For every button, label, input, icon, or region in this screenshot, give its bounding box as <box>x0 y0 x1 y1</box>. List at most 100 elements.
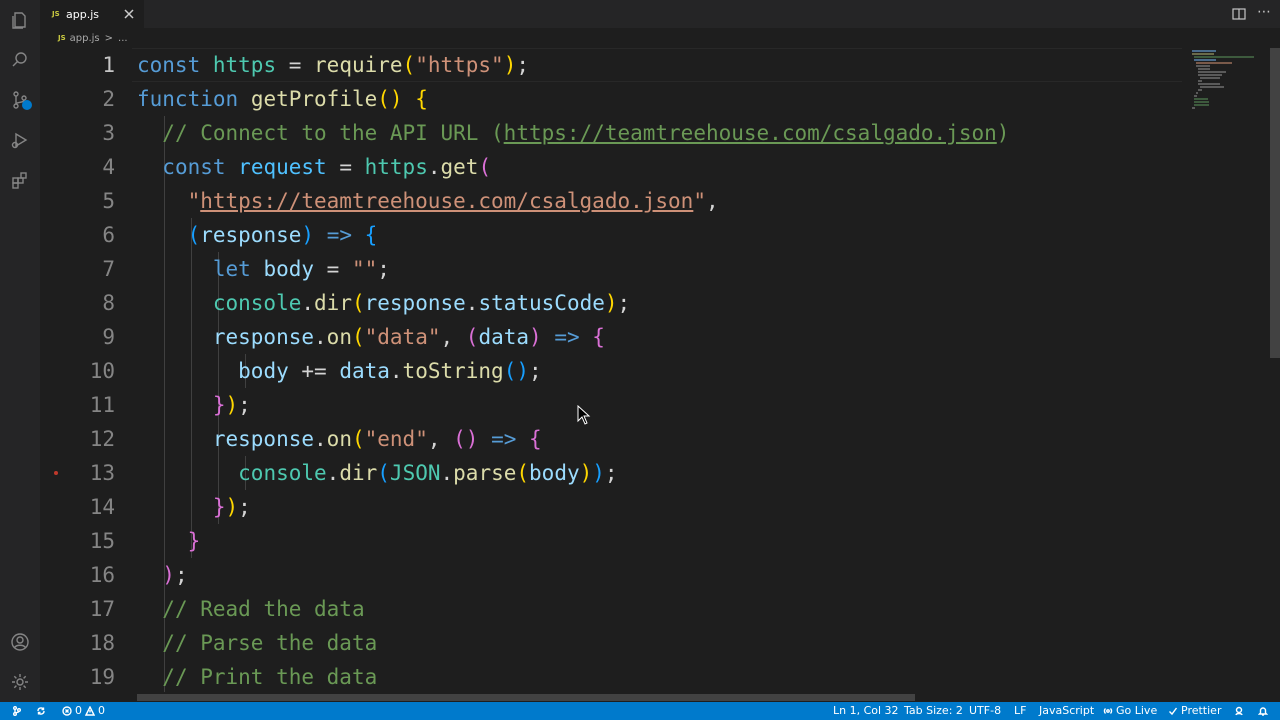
run-debug-icon[interactable] <box>8 128 32 152</box>
line-number: 2 <box>102 87 115 111</box>
vscode-window: JS app.js ⋯ JS app.js > ... 1 const http… <box>0 0 1280 720</box>
code-editor[interactable]: 1 const https = require("https"); 2 func… <box>40 48 1184 692</box>
split-editor-icon[interactable] <box>1232 6 1248 22</box>
sync-icon <box>37 707 45 715</box>
code-text: const https = require("https"); <box>137 53 530 77</box>
go-live-button[interactable]: Go Live <box>1103 702 1157 720</box>
code-text: function getProfile() { <box>137 87 428 111</box>
code-text: (response) => { <box>187 223 378 247</box>
activity-bar <box>0 0 40 702</box>
code-text: const request = https.get( <box>162 155 492 179</box>
line-number: 13 <box>89 461 115 485</box>
vertical-scrollbar[interactable] <box>1268 48 1280 692</box>
code-line-1: 1 const https = require("https"); <box>40 48 1184 82</box>
prettier-status[interactable]: Prettier <box>1168 702 1221 720</box>
notifications-button[interactable] <box>1258 702 1268 720</box>
encoding[interactable]: UTF-8 <box>969 702 1001 720</box>
line-number: 4 <box>102 155 115 179</box>
breadcrumb-file[interactable]: app.js <box>70 33 100 44</box>
line-number: 19 <box>89 665 115 689</box>
code-text: }); <box>212 495 251 519</box>
code-line-16: 16 ); <box>40 558 1184 592</box>
end-of-line[interactable]: LF <box>1014 702 1026 720</box>
cursor-position[interactable]: Ln 1, Col 32 <box>833 702 899 720</box>
breadcrumb-more[interactable]: ... <box>118 33 128 44</box>
line-number: 18 <box>89 631 115 655</box>
check-icon <box>1169 707 1178 716</box>
settings-gear-icon[interactable] <box>8 670 32 694</box>
line-number: 1 <box>102 53 115 77</box>
remote-indicator[interactable] <box>12 702 22 720</box>
line-number: 8 <box>102 291 115 315</box>
horizontal-scroll-thumb[interactable] <box>137 694 915 701</box>
horizontal-scrollbar[interactable] <box>137 692 1184 702</box>
code-line-19: 19 // Print the data <box>40 660 1184 692</box>
code-line-9: 9 response.on("data", (data) => { <box>40 320 1184 354</box>
extensions-icon[interactable] <box>8 168 32 192</box>
code-text: console.dir(response.statusCode); <box>212 291 631 315</box>
code-text: // Parse the data <box>162 631 378 655</box>
code-line-13: 13 console.dir(JSON.parse(body)); <box>40 456 1184 490</box>
more-actions-icon[interactable]: ⋯ <box>1256 4 1272 20</box>
js-file-icon: JS <box>58 34 66 42</box>
language-mode[interactable]: JavaScript <box>1039 702 1094 720</box>
line-number: 10 <box>89 359 115 383</box>
code-text: response.on("end", () => { <box>212 427 542 451</box>
line-number: 11 <box>89 393 115 417</box>
status-bar: 0 0 Ln 1, Col 32 Tab Size: 2 UTF-8 LF Ja… <box>0 702 1280 720</box>
code-line-14: 14 }); <box>40 490 1184 524</box>
code-line-15: 15 } <box>40 524 1184 558</box>
code-text: body += data.toString(); <box>238 359 542 383</box>
line-number: 12 <box>89 427 115 451</box>
breadcrumb: JS app.js > ... <box>40 28 1280 48</box>
minimap[interactable] <box>1184 48 1270 692</box>
clock-badge-icon <box>22 100 32 110</box>
code-line-4: 4 const request = https.get( <box>40 150 1184 184</box>
code-line-12: 12 response.on("end", () => { <box>40 422 1184 456</box>
warning-count: 0 <box>98 704 105 717</box>
explorer-icon[interactable] <box>8 8 32 32</box>
vertical-scroll-thumb[interactable] <box>1270 48 1280 358</box>
code-text: // Read the data <box>162 597 365 621</box>
bell-icon <box>1258 707 1268 716</box>
go-live-label: Go Live <box>1116 704 1158 717</box>
line-number: 16 <box>89 563 115 587</box>
close-icon[interactable] <box>122 7 136 21</box>
problems-indicator[interactable]: 0 0 <box>62 702 105 720</box>
tab-size[interactable]: Tab Size: 2 <box>904 702 963 720</box>
code-line-6: 6 (response) => { <box>40 218 1184 252</box>
line-number: 14 <box>89 495 115 519</box>
feedback-icon <box>1235 706 1243 716</box>
code-text: ); <box>162 563 188 587</box>
branch-icon <box>13 706 21 716</box>
breadcrumb-separator: > <box>104 32 114 44</box>
error-icon <box>62 706 72 716</box>
warning-icon <box>85 706 95 716</box>
code-text: } <box>187 529 201 553</box>
tab-app-js[interactable]: JS app.js <box>40 0 144 28</box>
source-control-icon[interactable] <box>8 88 32 112</box>
line-number: 9 <box>102 325 115 349</box>
code-text: "https://teamtreehouse.com/csalgado.json… <box>187 189 719 213</box>
code-line-3: 3 // Connect to the API URL (https://tea… <box>40 116 1184 150</box>
feedback-button[interactable] <box>1234 702 1244 720</box>
account-icon[interactable] <box>8 630 32 654</box>
line-number: 15 <box>89 529 115 553</box>
broadcast-icon <box>1103 708 1113 714</box>
code-text: response.on("data", (data) => { <box>212 325 605 349</box>
code-line-7: 7 let body = ""; <box>40 252 1184 286</box>
code-line-18: 18 // Parse the data <box>40 626 1184 660</box>
tab-bar: JS app.js ⋯ <box>40 0 1280 28</box>
js-file-icon: JS <box>52 10 60 18</box>
error-count: 0 <box>75 704 82 717</box>
prettier-label: Prettier <box>1181 704 1222 717</box>
code-text: // Connect to the API URL (https://teamt… <box>162 121 1010 145</box>
sync-indicator[interactable] <box>36 702 46 720</box>
search-icon[interactable] <box>8 48 32 72</box>
code-line-8: 8 console.dir(response.statusCode); <box>40 286 1184 320</box>
code-line-2: 2 function getProfile() { <box>40 82 1184 116</box>
code-text: // Print the data <box>162 665 378 689</box>
code-text: let body = ""; <box>212 257 390 281</box>
tab-label: app.js <box>66 7 99 21</box>
code-line-5: 5 "https://teamtreehouse.com/csalgado.js… <box>40 184 1184 218</box>
